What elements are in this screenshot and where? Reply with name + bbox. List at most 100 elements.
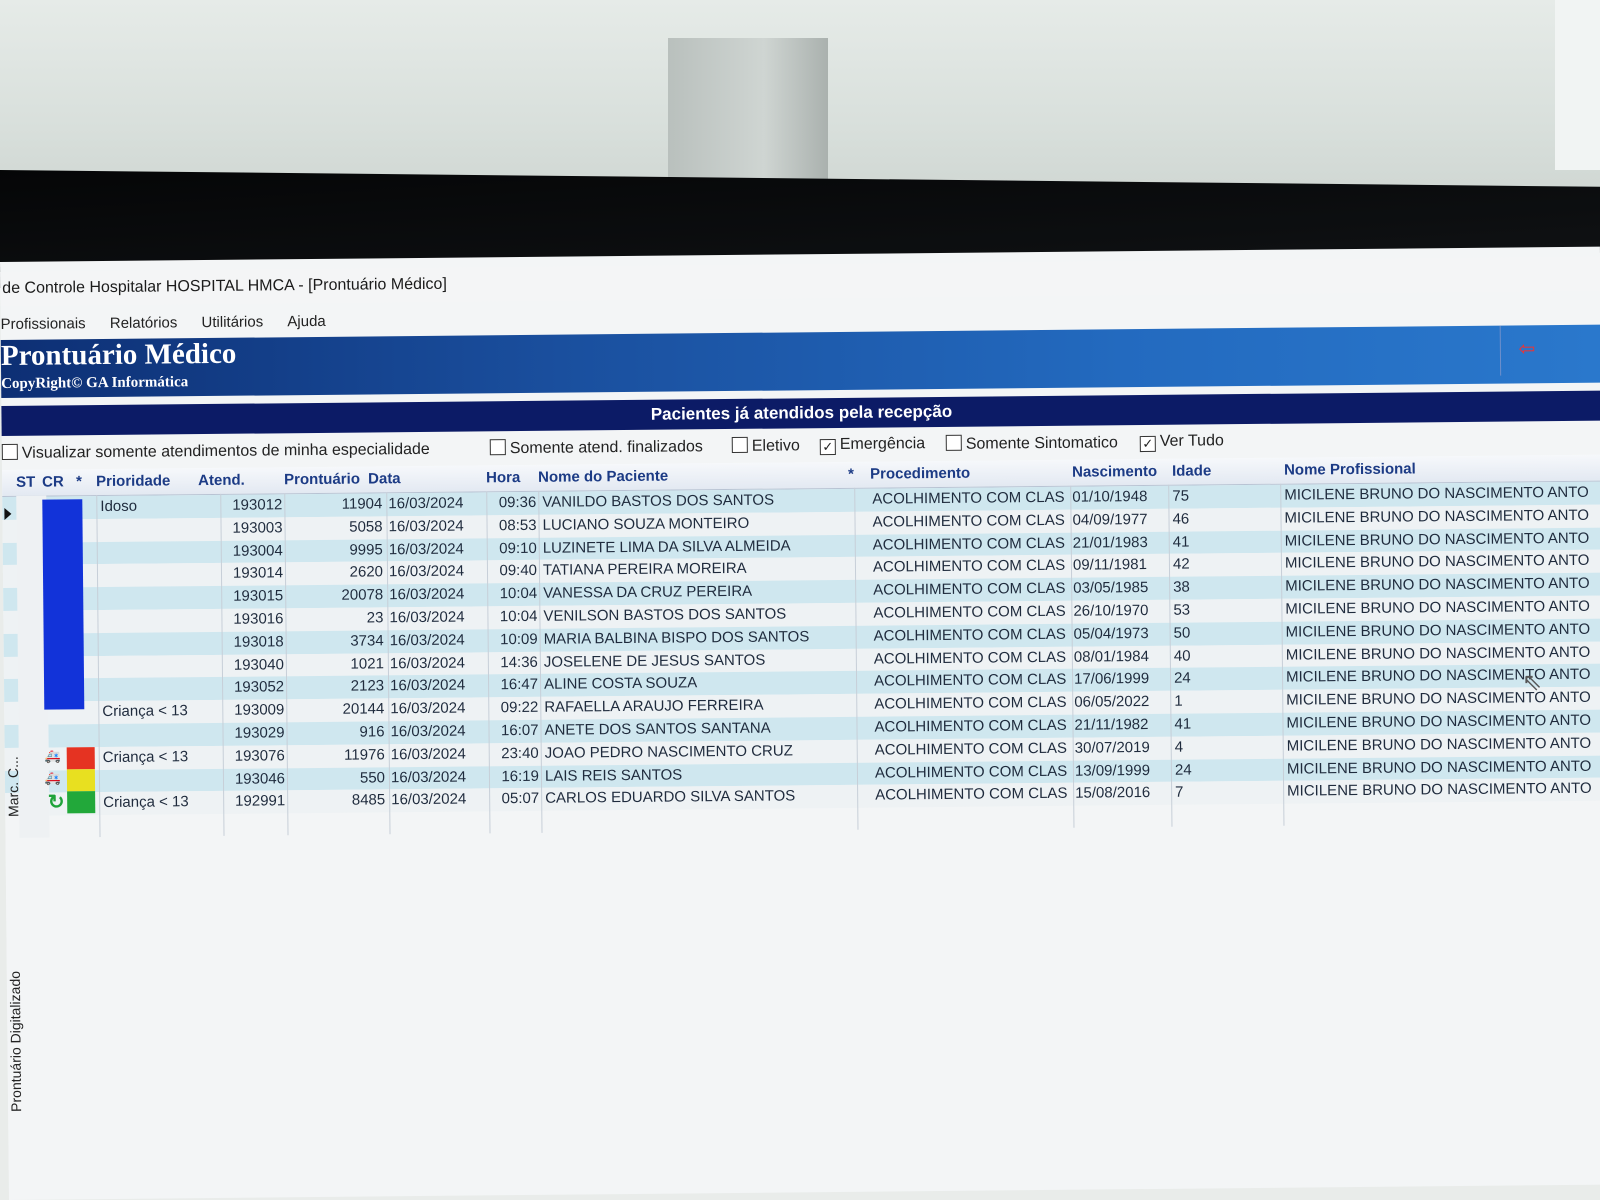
cell-nascimento: 01/10/1948 — [1072, 487, 1148, 506]
cell-atend: 193018 — [233, 633, 284, 651]
cell-profissional: MICILENE BRUNO DO NASCIMENTO ANTO — [1284, 506, 1590, 527]
cell-data: 16/03/2024 — [389, 585, 465, 604]
cell-profissional: MICILENE BRUNO DO NASCIMENTO ANTO — [1284, 552, 1590, 573]
cell-procedimento: ACOLHIMENTO COM CLAS — [874, 693, 1067, 713]
cell-nascimento: 03/05/1985 — [1073, 579, 1149, 597]
back-button[interactable]: ⇦ — [1499, 325, 1554, 376]
menu-profissionais[interactable]: Profissionais — [0, 309, 86, 340]
menu-utilitarios[interactable]: Utilitários — [201, 307, 263, 338]
filter-finalizados-checkbox[interactable] — [489, 439, 506, 456]
col-header-idade[interactable]: Idade — [1172, 458, 1211, 484]
cell-atend: 193014 — [232, 564, 284, 583]
cell-prioridade — [103, 768, 221, 769]
cell-nascimento: 06/05/2022 — [1074, 693, 1150, 711]
cell-idade: 42 — [1172, 555, 1190, 574]
filter-sintomatico-checkbox[interactable] — [945, 434, 962, 451]
back-arrow-icon: ⇦ — [1518, 338, 1536, 361]
cell-prontuario: 8485 — [351, 791, 386, 810]
filter-ver-tudo[interactable]: ✓ Ver Tudo — [1139, 432, 1224, 453]
cell-procedimento: ACOLHIMENTO COM CLAS — [874, 762, 1068, 782]
filter-finalizados[interactable]: Somente atend. finalizados — [489, 437, 703, 458]
col-header-star2[interactable]: * — [848, 462, 854, 488]
filter-specialty[interactable]: Visualizar somente atendimentos de minha… — [1, 440, 430, 463]
col-header-prontuario[interactable]: Prontuário — [284, 467, 360, 494]
cell-procedimento: ACOLHIMENTO COM CLAS — [873, 648, 1067, 668]
cell-profissional: MICILENE BRUNO DO NASCIMENTO ANTO — [1285, 597, 1590, 618]
cell-nascimento: 21/11/1982 — [1074, 715, 1149, 734]
cell-nome: ANETE DOS SANTOS SANTANA — [544, 719, 771, 739]
cell-profissional: MICILENE BRUNO DO NASCIMENTO ANTO — [1286, 757, 1592, 778]
cell-nascimento: 08/01/1984 — [1073, 647, 1149, 666]
copyright-text: CopyRight© GA Informática — [1, 374, 189, 392]
cell-prioridade: Criança < 13 — [103, 793, 189, 812]
cell-nome: VANESSA DA CRUZ PEREIRA — [543, 582, 753, 602]
cell-prontuario: 9995 — [349, 540, 383, 559]
cell-profissional: MICILENE BRUNO DO NASCIMENTO ANTO — [1285, 620, 1591, 641]
cell-idade: 24 — [1173, 669, 1191, 688]
cell-procedimento: ACOLHIMENTO COM CLAS — [875, 785, 1068, 805]
col-header-prioridade[interactable]: Prioridade — [96, 468, 170, 495]
cell-prioridade — [102, 723, 220, 724]
cell-prioridade: Criança < 13 — [102, 748, 189, 766]
side-tab-prontuario-digitalizado[interactable]: Prontuário Digitalizado — [7, 971, 24, 1112]
cell-idade: 7 — [1175, 784, 1184, 802]
filter-eletivo[interactable]: Eletivo — [731, 436, 800, 456]
cell-data: 16/03/2024 — [390, 676, 466, 695]
cell-idade: 4 — [1174, 738, 1184, 756]
cell-idade: 38 — [1173, 578, 1190, 596]
cell-hora: 14:36 — [500, 653, 538, 671]
cell-nome: JOAO PEDRO NASCIMENTO CRUZ — [544, 742, 793, 762]
cell-hora: 16:19 — [501, 767, 540, 785]
cell-profissional: MICILENE BRUNO DO NASCIMENTO ANTO — [1284, 483, 1589, 504]
filter-sintomatico[interactable]: Somente Sintomatico — [945, 433, 1118, 454]
patients-grid[interactable]: ST CR * Prioridade Atend. Prontuário Dat… — [1, 454, 1600, 1170]
menu-bar: Profissionais Relatórios Utilitários Aju… — [0, 307, 345, 340]
filter-eletivo-label: Eletivo — [751, 437, 800, 455]
filter-ver-tudo-checkbox[interactable]: ✓ — [1139, 435, 1156, 453]
col-header-profissional[interactable]: Nome Profissional — [1284, 456, 1416, 483]
menu-ajuda[interactable]: Ajuda — [287, 307, 326, 337]
col-header-cr[interactable]: CR — [42, 469, 64, 495]
filter-emergencia-label: Emergência — [839, 435, 926, 453]
cell-profissional: MICILENE BRUNO DO NASCIMENTO ANTO — [1284, 529, 1590, 550]
current-row-indicator-icon — [4, 507, 12, 520]
cell-procedimento: ACOLHIMENTO COM CLAS — [872, 511, 1065, 531]
cell-nascimento: 05/04/1973 — [1073, 624, 1149, 643]
cell-nascimento: 13/09/1999 — [1074, 761, 1151, 780]
cell-nascimento: 26/10/1970 — [1073, 601, 1149, 620]
cell-nome: JOSELENE DE JESUS SANTOS — [543, 651, 766, 671]
cell-nascimento: 09/11/1981 — [1072, 556, 1148, 575]
col-header-hora[interactable]: Hora — [486, 465, 520, 491]
filter-emergencia[interactable]: ✓ Emergência — [819, 435, 926, 456]
filter-specialty-checkbox[interactable] — [1, 443, 18, 460]
col-header-data[interactable]: Data — [368, 466, 401, 492]
col-header-nome[interactable]: Nome do Paciente — [538, 464, 668, 491]
cell-prontuario: 2123 — [350, 677, 385, 696]
filter-emergencia-checkbox[interactable]: ✓ — [819, 438, 836, 456]
menu-relatorios[interactable]: Relatórios — [110, 308, 178, 339]
cell-prontuario: 1021 — [350, 654, 384, 673]
cell-atend: 192991 — [235, 792, 286, 811]
cell-prontuario: 3734 — [350, 632, 384, 650]
col-header-nascimento[interactable]: Nascimento — [1072, 459, 1157, 486]
cell-data: 16/03/2024 — [390, 745, 466, 764]
mouse-cursor-icon: ⇖ — [1522, 669, 1543, 696]
side-tab-marc[interactable]: Marc. C... — [5, 756, 22, 817]
col-header-atend[interactable]: Atend. — [198, 468, 245, 494]
cell-nome: LUZINETE LIMA DA SILVA ALMEIDA — [542, 537, 791, 557]
risk-flag-green — [67, 791, 96, 814]
cell-atend: 193004 — [232, 541, 283, 560]
filter-eletivo-checkbox[interactable] — [731, 436, 748, 453]
cell-data: 16/03/2024 — [388, 517, 464, 536]
col-header-star[interactable]: * — [76, 469, 82, 495]
cell-hora: 10:04 — [499, 585, 538, 603]
cell-atend: 193009 — [234, 701, 285, 719]
cell-prontuario: 2620 — [349, 563, 384, 582]
cell-hora: 23:40 — [501, 744, 539, 763]
col-header-procedimento[interactable]: Procedimento — [870, 461, 970, 488]
cell-data: 16/03/2024 — [389, 654, 466, 672]
col-header-st[interactable]: ST — [16, 470, 35, 496]
cell-nome: VENILSON BASTOS DOS SANTOS — [543, 605, 787, 625]
cell-hora: 10:09 — [500, 630, 538, 649]
cell-data: 16/03/2024 — [390, 722, 466, 741]
